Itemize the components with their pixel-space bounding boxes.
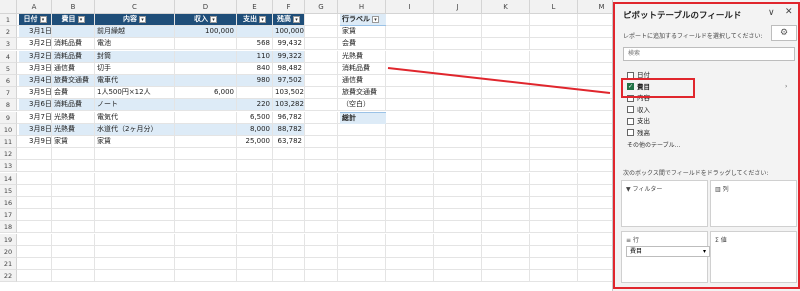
rows-field-label: 費目 [630, 248, 643, 255]
rows-icon: ≡ [626, 237, 633, 244]
connector-arrow [387, 67, 611, 94]
field-item-3[interactable]: 収入 [627, 105, 650, 116]
rows-field-dropdown-icon[interactable]: ▾ [703, 247, 706, 256]
rows-field-item[interactable]: 費目 ▾ [626, 246, 710, 257]
field-item-4[interactable]: 支出 [627, 116, 650, 127]
field-search-input[interactable]: 検索 [623, 47, 795, 61]
filter-area[interactable]: ▼ フィルター [621, 180, 708, 227]
field-label: 収入 [637, 105, 650, 114]
worksheet[interactable]: ABCDEFGHIJKLMN 1234567891011121314151617… [0, 0, 612, 291]
panel-subtitle: レポートに追加するフィールドを選択してください: [623, 33, 763, 40]
field-chevron-icon[interactable]: › [785, 83, 787, 90]
columns-area[interactable]: ▥ 列 [710, 180, 797, 227]
field-checkbox[interactable] [627, 117, 634, 125]
pivot-field-panel: ピボットテーブルのフィールド ∨ ✕ レポートに追加するフィールドを選択してくだ… [612, 0, 800, 291]
drag-hint: 次のボックス間でフィールドをドラッグしてください: [623, 170, 769, 177]
field-list: 日付 ✓ 費目 内容 収入 支出 残高 [623, 64, 795, 150]
field-label: 支出 [637, 117, 650, 125]
more-tables-link[interactable]: その他のテーブル... [627, 140, 680, 149]
values-area[interactable]: Σ 値 [710, 231, 797, 283]
values-area-label: 値 [720, 237, 727, 244]
field-label: 残高 [637, 128, 650, 137]
columns-icon: ▥ [715, 186, 723, 193]
rows-area-label: 行 [632, 237, 639, 244]
field-item-5[interactable]: 残高 [627, 128, 650, 139]
field-checkbox[interactable] [627, 129, 634, 136]
tools-gear-icon[interactable]: ⚙ [771, 25, 797, 41]
columns-area-label: 列 [722, 186, 729, 193]
field-checkbox[interactable] [627, 106, 634, 113]
rows-area[interactable]: ≡ 行 費目 ▾ [621, 231, 710, 283]
collapse-chevron-icon[interactable]: ∨ [768, 8, 775, 18]
field-highlight-box [621, 78, 695, 98]
filter-area-label: フィルター [632, 186, 663, 193]
panel-title: ピボットテーブルのフィールド [623, 11, 742, 21]
close-icon[interactable]: ✕ [785, 7, 793, 17]
